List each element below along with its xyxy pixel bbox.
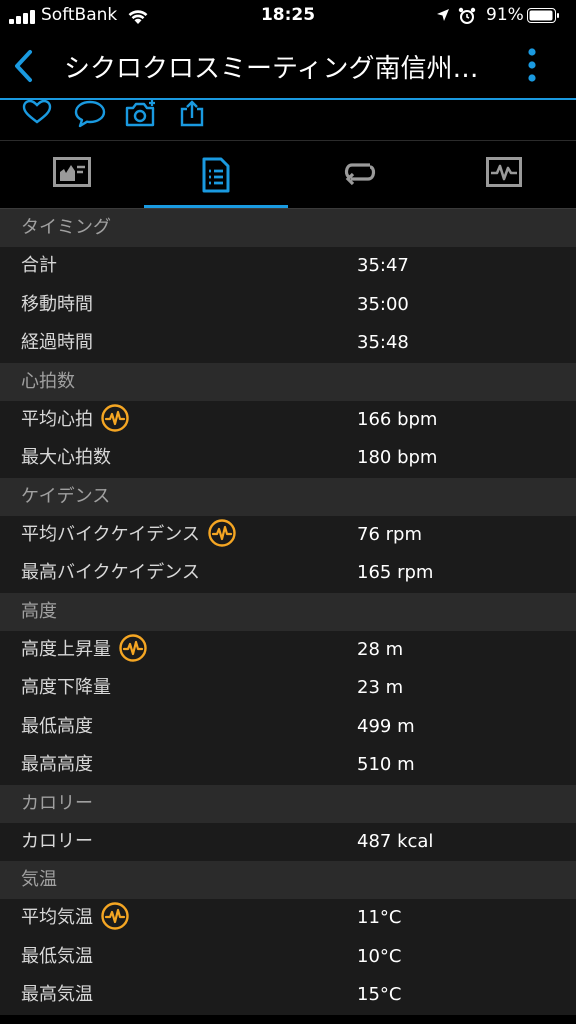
stat-label: 最大心拍数: [21, 447, 111, 468]
chart-icon: [53, 157, 91, 187]
stat-label-wrap: 最高気温: [21, 976, 93, 1015]
stat-label: 最高バイクケイデンス: [21, 562, 200, 583]
heart-rate-badge-icon: [101, 403, 129, 432]
stat-value: 10°C: [357, 945, 402, 967]
stat-label-wrap: 移動時間: [21, 286, 93, 325]
stat-value: 166 bpm: [357, 408, 438, 430]
tab-bar: [0, 141, 576, 208]
stat-label-wrap: 高度下降量: [21, 669, 111, 708]
stat-row: カロリー 487 kcal: [0, 822, 576, 862]
action-row: [0, 100, 576, 140]
stat-row: 高度下降量 23 m: [0, 669, 576, 708]
stat-label: 最低高度: [21, 715, 93, 737]
stat-row: 平均心拍 166 bpm: [0, 400, 576, 440]
section-header: タイミング: [0, 209, 576, 247]
stat-value: 165 rpm: [357, 562, 434, 583]
more-vertical-icon[interactable]: [522, 46, 542, 84]
stat-label: 最高気温: [21, 984, 93, 1005]
stat-label: 平均心拍: [21, 408, 93, 430]
stat-value: 11°C: [357, 907, 402, 928]
stat-label: 高度下降量: [21, 677, 111, 698]
tab-chart[interactable]: [0, 141, 144, 208]
back-icon[interactable]: [10, 48, 40, 84]
stat-row: 経過時間 35:48: [0, 324, 576, 363]
stat-label-wrap: 経過時間: [21, 324, 93, 363]
stat-value: 35:48: [357, 332, 409, 353]
stat-label-wrap: 最低高度: [21, 708, 93, 747]
stat-row: 平均バイクケイデンス 76 rpm: [0, 515, 576, 555]
stat-label: 平均気温: [21, 907, 93, 928]
section-header: 高度: [0, 592, 576, 631]
location-icon: [437, 9, 449, 21]
repeat-icon: [344, 163, 376, 186]
stat-label-wrap: 平均心拍: [21, 401, 129, 440]
status-bar: SoftBank 18:25 91%: [0, 0, 576, 34]
heart-rate-badge-icon: [119, 633, 147, 662]
stat-label-wrap: 最低気温: [21, 938, 93, 977]
section-header: ケイデンス: [0, 477, 576, 516]
stat-label-wrap: 最高バイクケイデンス: [21, 554, 200, 593]
stat-label-wrap: 高度上昇量: [21, 631, 147, 670]
title-bar: シクロクロスミーティング南信州…: [0, 34, 576, 98]
heart-icon[interactable]: [22, 100, 52, 126]
stat-label-wrap: カロリー: [21, 823, 93, 862]
stat-label-wrap: 最高高度: [21, 746, 93, 785]
tab-stats[interactable]: [144, 141, 288, 208]
stat-row: 移動時間 35:00: [0, 285, 576, 325]
tab-graph[interactable]: [432, 141, 576, 208]
stat-row: 合計 35:47: [0, 247, 576, 286]
stat-label-wrap: 平均気温: [21, 899, 129, 938]
stat-value: 23 m: [357, 677, 404, 698]
page-title: シクロクロスミーティング南信州…: [64, 54, 479, 84]
heart-rate-badge-icon: [101, 902, 129, 930]
stat-value: 76 rpm: [357, 523, 422, 545]
stat-value: 180 bpm: [357, 447, 438, 468]
stat-value: 35:47: [357, 255, 409, 276]
stat-row: 最低高度 499 m: [0, 707, 576, 747]
document-list-icon: [202, 157, 230, 193]
stat-label: 移動時間: [21, 293, 93, 315]
stat-label: カロリー: [21, 830, 93, 852]
stat-label-wrap: 平均バイクケイデンス: [21, 516, 236, 555]
stat-label: 最高高度: [21, 754, 93, 775]
heart-rate-badge-icon: [208, 518, 236, 547]
camera-add-icon[interactable]: [124, 100, 158, 128]
stats-list: タイミング合計 35:47 移動時間 35:00 経過時間 35:48 心拍数平均心拍 166…: [0, 209, 576, 1015]
section-header: カロリー: [0, 784, 576, 823]
stat-label: 最低気温: [21, 945, 93, 967]
battery-percent: 91%: [486, 5, 524, 25]
stat-row: 最大心拍数 180 bpm: [0, 439, 576, 478]
stat-label: 高度上昇量: [21, 638, 111, 660]
stat-label: 経過時間: [21, 332, 93, 353]
stat-row: 最高バイクケイデンス 165 rpm: [0, 554, 576, 593]
section-header: 気温: [0, 861, 576, 899]
stat-label-wrap: 合計: [21, 247, 57, 286]
stat-row: 最高気温 15°C: [0, 976, 576, 1015]
stat-label: 合計: [21, 255, 57, 276]
comment-icon[interactable]: [74, 100, 106, 128]
share-icon[interactable]: [178, 100, 206, 128]
stat-row: 最高高度 510 m: [0, 746, 576, 785]
stat-value: 28 m: [357, 638, 404, 660]
alarm-icon: [458, 7, 476, 24]
stat-value: 510 m: [357, 754, 415, 775]
stat-label-wrap: 最大心拍数: [21, 439, 111, 478]
tab-laps[interactable]: [288, 141, 432, 208]
battery-icon: [527, 8, 559, 23]
stat-row: 高度上昇量 28 m: [0, 630, 576, 670]
waveform-icon: [486, 157, 522, 187]
stat-value: 499 m: [357, 715, 415, 737]
stat-row: 最低気温 10°C: [0, 937, 576, 977]
stat-value: 487 kcal: [357, 830, 434, 852]
stat-value: 35:00: [357, 293, 409, 315]
stat-value: 15°C: [357, 984, 402, 1005]
stat-label: 平均バイクケイデンス: [21, 523, 200, 545]
section-header: 心拍数: [0, 362, 576, 401]
stat-row: 平均気温 11°C: [0, 899, 576, 938]
